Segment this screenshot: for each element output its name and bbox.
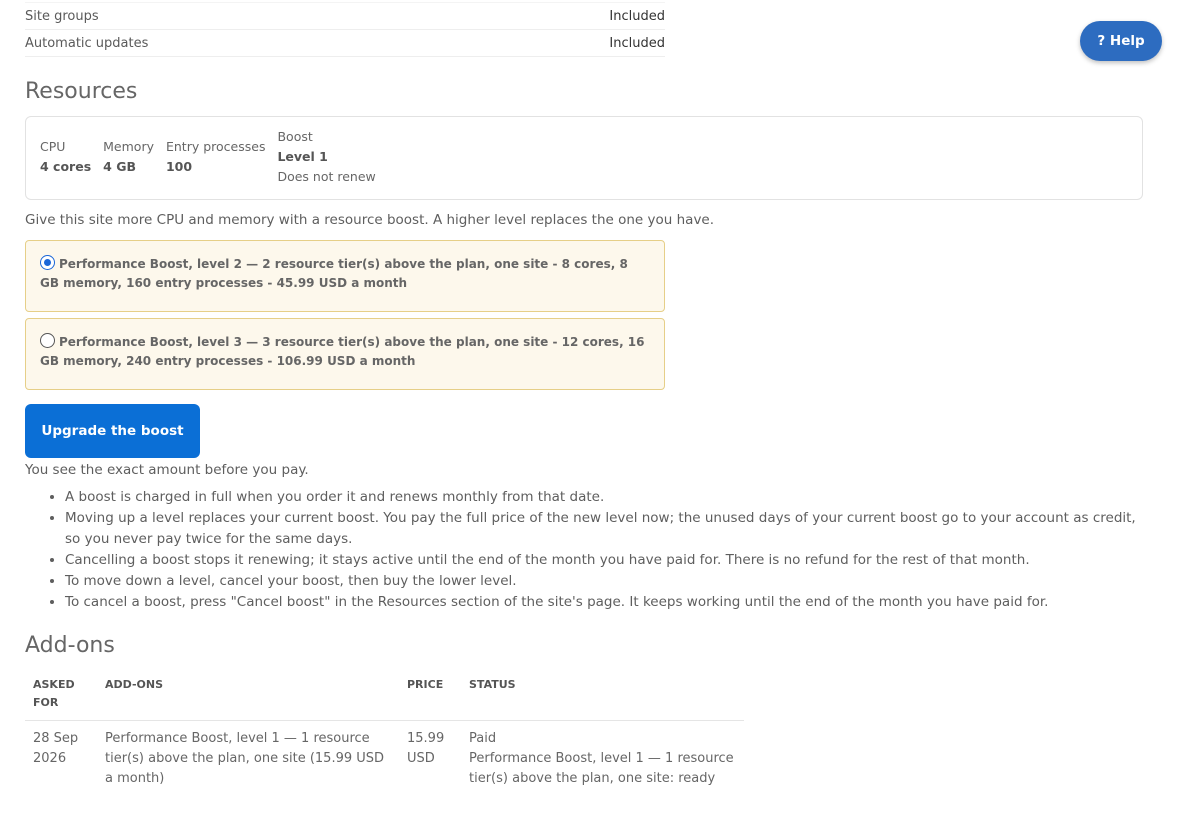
list-item: Moving up a level replaces your current … bbox=[65, 508, 1145, 550]
boost-label: Boost bbox=[277, 129, 313, 144]
table-row: 28 Sep 2026 Performance Boost, level 1 —… bbox=[25, 721, 744, 798]
list-item: Cancelling a boost stops it renewing; it… bbox=[65, 550, 1145, 571]
feature-row: Site groups Included bbox=[25, 2, 665, 30]
column-header-addons: ADD-ONS bbox=[97, 670, 399, 721]
feature-value: Included bbox=[466, 29, 665, 57]
cpu-stat: CPU 4 cores bbox=[40, 129, 91, 199]
radio-button[interactable] bbox=[40, 255, 55, 270]
boost-value: Level 1 bbox=[277, 149, 328, 164]
help-label: Help bbox=[1109, 33, 1145, 49]
boost-rules-list: A boost is charged in full when you orde… bbox=[25, 487, 1145, 613]
radio-button[interactable] bbox=[40, 333, 55, 348]
list-item: A boost is charged in full when you orde… bbox=[65, 487, 1145, 508]
pay-note: You see the exact amount before you pay. bbox=[25, 462, 309, 478]
entry-processes-stat: Entry processes 100 bbox=[166, 129, 265, 199]
memory-stat: Memory 4 GB bbox=[103, 129, 154, 199]
boost-option-text: Performance Boost, level 3 — 3 resource … bbox=[40, 335, 645, 368]
feature-label: Automatic updates bbox=[25, 29, 467, 57]
boost-option-text: Performance Boost, level 2 — 2 resource … bbox=[40, 257, 628, 290]
page: Site groups Included Automatic updates I… bbox=[0, 0, 1180, 820]
feature-row: Automatic updates Included bbox=[25, 29, 665, 57]
feature-value: Included bbox=[466, 2, 665, 30]
addon-status-main: Paid bbox=[469, 731, 497, 746]
entry-processes-label: Entry processes bbox=[165, 139, 266, 154]
features-table: Site groups Included Automatic updates I… bbox=[25, 2, 665, 57]
resources-summary: CPU 4 cores Memory 4 GB Entry processes … bbox=[25, 116, 1143, 200]
boost-option-level-2[interactable]: Performance Boost, level 2 — 2 resource … bbox=[25, 240, 665, 312]
resources-heading: Resources bbox=[25, 79, 138, 104]
boost-option-level-3[interactable]: Performance Boost, level 3 — 3 resource … bbox=[25, 318, 665, 390]
addon-date: 28 Sep 2026 bbox=[33, 731, 79, 766]
cpu-value: 4 cores bbox=[40, 159, 92, 174]
list-item: To move down a level, cancel your boost,… bbox=[65, 571, 1145, 592]
main-content: Site groups Included Automatic updates I… bbox=[25, 0, 1145, 797]
boost-renewal: Does not renew bbox=[277, 169, 376, 184]
boost-stat: Boost Level 1 Does not renew bbox=[277, 129, 375, 199]
list-item: To cancel a boost, press "Cancel boost" … bbox=[65, 592, 1145, 613]
help-button[interactable]: ? Help bbox=[1080, 21, 1162, 61]
column-header-price: PRICE bbox=[399, 670, 461, 721]
memory-label: Memory bbox=[103, 139, 154, 154]
table-header-row: ASKED FOR ADD-ONS PRICE STATUS bbox=[25, 670, 744, 721]
addon-status-detail: Performance Boost, level 1 — 1 resource … bbox=[469, 751, 734, 786]
addon-status: Paid Performance Boost, level 1 — 1 reso… bbox=[461, 721, 744, 798]
addon-price: 15.99 USD bbox=[407, 731, 445, 766]
boost-intro: Give this site more CPU and memory with … bbox=[25, 212, 715, 228]
addon-name: Performance Boost, level 1 — 1 resource … bbox=[105, 731, 385, 786]
cpu-label: CPU bbox=[40, 139, 66, 154]
feature-label: Site groups bbox=[25, 2, 467, 30]
addons-table: ASKED FOR ADD-ONS PRICE STATUS 28 Sep 20… bbox=[25, 670, 744, 797]
column-header-status: STATUS bbox=[461, 670, 744, 721]
entry-processes-value: 100 bbox=[165, 159, 193, 174]
upgrade-boost-button[interactable]: Upgrade the boost bbox=[25, 404, 200, 458]
memory-value: 4 GB bbox=[103, 159, 136, 174]
column-header-asked: ASKED FOR bbox=[25, 670, 97, 721]
addons-heading: Add-ons bbox=[25, 633, 115, 658]
help-icon: ? bbox=[1097, 33, 1106, 49]
